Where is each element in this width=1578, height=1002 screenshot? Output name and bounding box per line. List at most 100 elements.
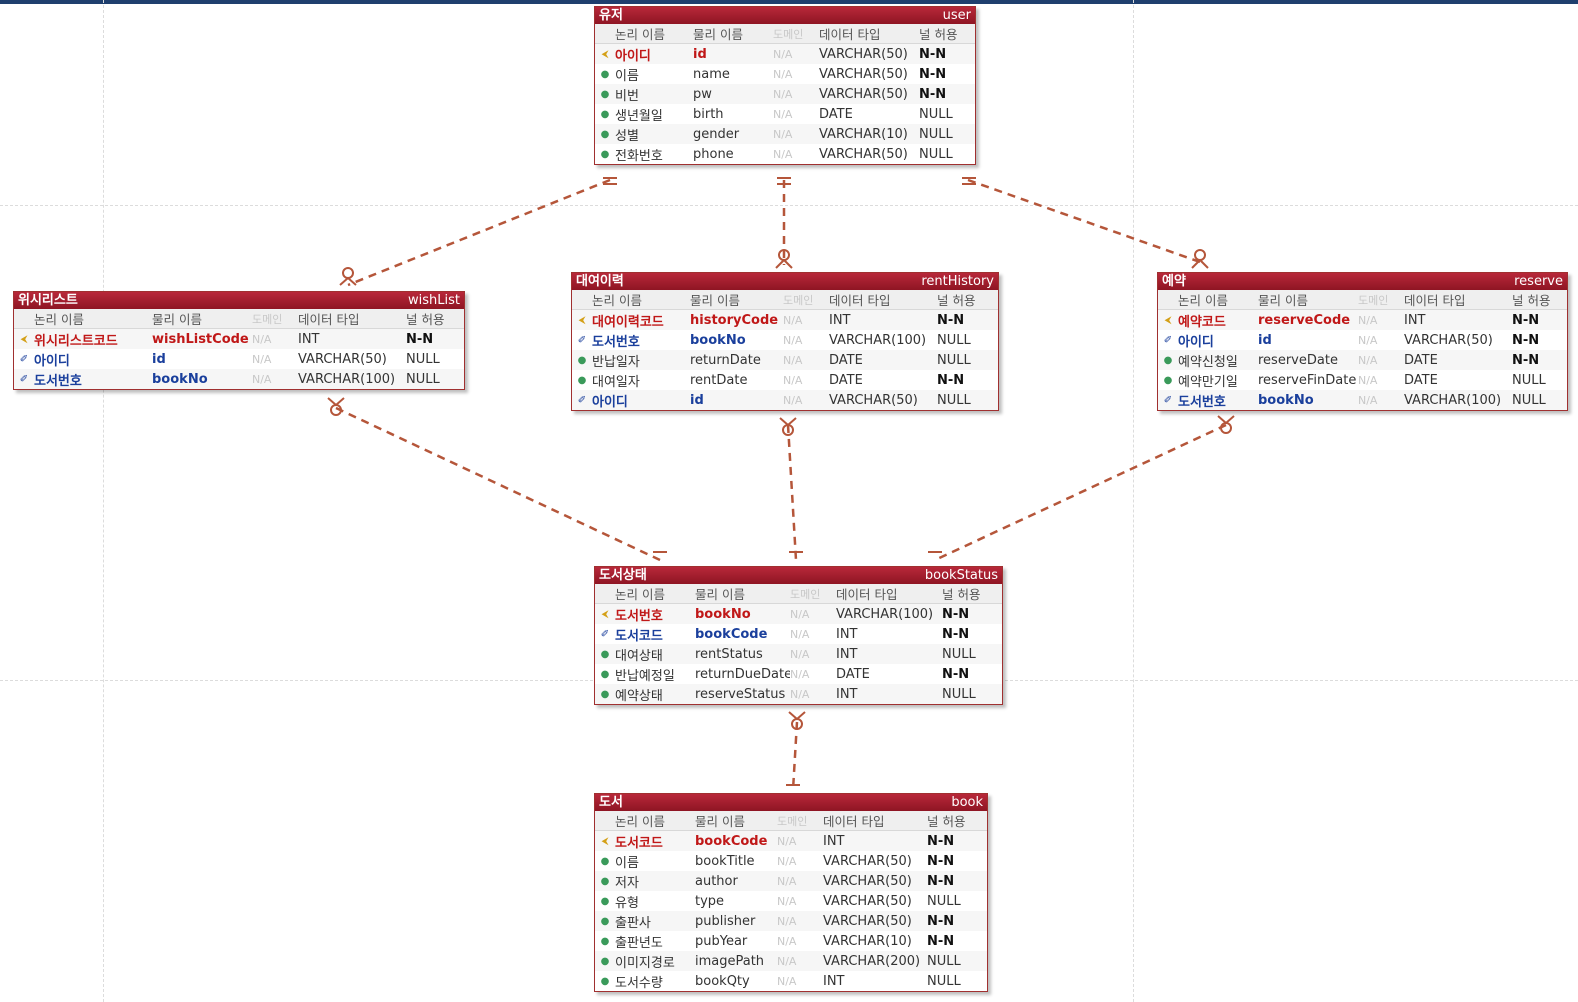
attribute-row[interactable]: ⮜ 아이디 id N/A VARCHAR(50) N-N	[595, 44, 975, 64]
attribute-logical-name: 도서수량	[615, 975, 663, 991]
attribute-row[interactable]: ● 예약상태 reserveStatus N/A INT NULL	[595, 684, 1002, 704]
entity-reserve[interactable]: 예약 reserve 논리 이름 물리 이름 도메인 데이터 타입 널 허용 ⮜ 예약코드 res…	[1157, 272, 1568, 411]
entity-title-bar[interactable]: 위시리스트 wishList	[14, 292, 464, 309]
header-logical-name[interactable]: 논리 이름	[1178, 290, 1258, 309]
header-data-type[interactable]: 데이터 타입	[819, 24, 919, 43]
attribute-row[interactable]: ● 예약신청일 reserveDate N/A DATE N-N	[1158, 350, 1567, 370]
attribute-row[interactable]: ● 성별 gender N/A VARCHAR(10) NULL	[595, 124, 975, 144]
key-icon: ⮜	[601, 48, 609, 60]
attribute-row[interactable]: ✐ 아이디 id N/A VARCHAR(50) NULL	[14, 349, 464, 369]
attribute-data-type: VARCHAR(100)	[836, 606, 934, 622]
attribute-row[interactable]: ● 도서수량 bookQty N/A INT NULL	[595, 971, 987, 991]
header-domain[interactable]: 도메인	[783, 292, 829, 308]
attribute-logical-name: 대여이력코드	[592, 314, 664, 330]
attribute-row[interactable]: ✐ 아이디 id N/A VARCHAR(50) N-N	[1158, 330, 1567, 350]
header-data-type[interactable]: 데이터 타입	[836, 584, 942, 603]
attribute-row[interactable]: ● 예약만기일 reserveFinDate N/A DATE NULL	[1158, 370, 1567, 390]
attribute-row[interactable]: ⮜ 도서코드 bookCode N/A INT N-N	[595, 831, 987, 851]
entity-title-bar[interactable]: 도서상태 bookStatus	[595, 567, 1002, 584]
header-logical-name[interactable]: 논리 이름	[615, 24, 693, 43]
attribute-domain: N/A	[252, 332, 272, 346]
attribute-row[interactable]: ✐ 도서코드 bookCode N/A INT N-N	[595, 624, 1002, 644]
entity-bookstatus[interactable]: 도서상태 bookStatus 논리 이름 물리 이름 도메인 데이터 타입 널 허용 ⮜ 도서…	[594, 566, 1003, 705]
attribute-row[interactable]: ● 이미지경로 imagePath N/A VARCHAR(200) NULL	[595, 951, 987, 971]
header-physical-name[interactable]: 물리 이름	[1258, 290, 1358, 309]
attribute-dot-icon: ●	[600, 688, 610, 700]
header-physical-name[interactable]: 물리 이름	[690, 290, 783, 309]
attribute-data-type: INT	[836, 626, 858, 642]
header-domain[interactable]: 도메인	[1358, 292, 1404, 308]
attribute-nullable: N-N	[406, 331, 434, 347]
entity-title-bar[interactable]: 대여이력 rentHistory	[572, 273, 998, 290]
header-data-type[interactable]: 데이터 타입	[1404, 290, 1512, 309]
attribute-logical-name: 성별	[615, 128, 639, 144]
attribute-row[interactable]: ⮜ 위시리스트코드 wishListCode N/A INT N-N	[14, 329, 464, 349]
attribute-row[interactable]: ✐ 아이디 id N/A VARCHAR(50) NULL	[572, 390, 998, 410]
attribute-logical-name: 도서번호	[34, 373, 82, 389]
header-nullable[interactable]: 널 허용	[919, 24, 967, 43]
attribute-physical-name: rentDate	[690, 372, 748, 388]
attribute-row[interactable]: ● 대여일자 rentDate N/A DATE N-N	[572, 370, 998, 390]
header-domain[interactable]: 도메인	[790, 586, 836, 602]
attribute-row[interactable]: ● 출판사 publisher N/A VARCHAR(50) N-N	[595, 911, 987, 931]
attribute-logical-name: 아이디	[592, 394, 628, 410]
header-physical-name[interactable]: 물리 이름	[693, 24, 773, 43]
entity-title-bar[interactable]: 예약 reserve	[1158, 273, 1567, 290]
attribute-row[interactable]: ⮜ 대여이력코드 historyCode N/A INT N-N	[572, 310, 998, 330]
attribute-physical-name: reserveDate	[1258, 352, 1338, 368]
attribute-physical-name: id	[152, 351, 166, 367]
attribute-dot-icon: ●	[600, 68, 610, 80]
header-nullable[interactable]: 널 허용	[927, 811, 979, 830]
attribute-physical-name: historyCode	[690, 312, 779, 328]
attribute-row[interactable]: ● 생년월일 birth N/A DATE NULL	[595, 104, 975, 124]
attribute-row[interactable]: ● 이름 bookTitle N/A VARCHAR(50) N-N	[595, 851, 987, 871]
attribute-row[interactable]: ⮜ 도서번호 bookNo N/A VARCHAR(100) N-N	[595, 604, 1002, 624]
attribute-data-type: VARCHAR(100)	[1404, 392, 1502, 408]
attribute-physical-name: returnDate	[690, 352, 761, 368]
header-domain[interactable]: 도메인	[777, 813, 823, 829]
entity-wishlist[interactable]: 위시리스트 wishList 논리 이름 물리 이름 도메인 데이터 타입 널 허용 ⮜ 위시리…	[13, 291, 465, 390]
attribute-row[interactable]: ● 이름 name N/A VARCHAR(50) N-N	[595, 64, 975, 84]
attribute-row[interactable]: ● 비번 pw N/A VARCHAR(50) N-N	[595, 84, 975, 104]
attribute-row[interactable]: ● 반납예정일 returnDueDate N/A DATE N-N	[595, 664, 1002, 684]
entity-title-bar[interactable]: 도서 book	[595, 794, 987, 811]
attribute-row[interactable]: ✐ 도서번호 bookNo N/A VARCHAR(100) NULL	[14, 369, 464, 389]
header-nullable[interactable]: 널 허용	[1512, 290, 1560, 309]
attribute-data-type: INT	[829, 312, 851, 328]
attribute-dot-icon: ●	[577, 374, 587, 386]
attribute-dot-icon: ●	[1163, 374, 1173, 386]
header-logical-name[interactable]: 논리 이름	[34, 309, 152, 328]
attribute-data-type: DATE	[829, 352, 863, 368]
header-data-type[interactable]: 데이터 타입	[298, 309, 406, 328]
header-nullable[interactable]: 널 허용	[942, 584, 994, 603]
entity-renthistory[interactable]: 대여이력 rentHistory 논리 이름 물리 이름 도메인 데이터 타입 널 허용 ⮜ 대…	[571, 272, 999, 411]
header-physical-name[interactable]: 물리 이름	[695, 584, 790, 603]
header-data-type[interactable]: 데이터 타입	[829, 290, 937, 309]
attribute-row[interactable]: ● 유형 type N/A VARCHAR(50) NULL	[595, 891, 987, 911]
attribute-row[interactable]: ⮜ 예약코드 reserveCode N/A INT N-N	[1158, 310, 1567, 330]
entity-user[interactable]: 유저 user 논리 이름 물리 이름 도메인 데이터 타입 널 허용 ⮜ 아이디 id N/A VA…	[594, 6, 976, 165]
header-domain[interactable]: 도메인	[252, 311, 298, 327]
header-logical-name[interactable]: 논리 이름	[615, 811, 695, 830]
attribute-row[interactable]: ● 전화번호 phone N/A VARCHAR(50) NULL	[595, 144, 975, 164]
attribute-row[interactable]: ● 출판년도 pubYear N/A VARCHAR(10) N-N	[595, 931, 987, 951]
header-physical-name[interactable]: 물리 이름	[695, 811, 777, 830]
entity-physical-name: rentHistory	[921, 274, 994, 289]
header-domain[interactable]: 도메인	[773, 26, 819, 42]
header-nullable[interactable]: 널 허용	[406, 309, 456, 328]
attribute-domain: N/A	[1358, 393, 1378, 407]
attribute-row[interactable]: ● 반납일자 returnDate N/A DATE NULL	[572, 350, 998, 370]
attribute-nullable: N-N	[927, 913, 955, 929]
header-logical-name[interactable]: 논리 이름	[592, 290, 690, 309]
attribute-nullable: NULL	[937, 392, 971, 408]
attribute-row[interactable]: ✐ 도서번호 bookNo N/A VARCHAR(100) NULL	[1158, 390, 1567, 410]
header-nullable[interactable]: 널 허용	[937, 290, 989, 309]
attribute-row[interactable]: ● 저자 author N/A VARCHAR(50) N-N	[595, 871, 987, 891]
entity-title-bar[interactable]: 유저 user	[595, 7, 975, 24]
attribute-row[interactable]: ● 대여상태 rentStatus N/A INT NULL	[595, 644, 1002, 664]
header-data-type[interactable]: 데이터 타입	[823, 811, 927, 830]
attribute-row[interactable]: ✐ 도서번호 bookNo N/A VARCHAR(100) NULL	[572, 330, 998, 350]
entity-book[interactable]: 도서 book 논리 이름 물리 이름 도메인 데이터 타입 널 허용 ⮜ 도서코드 bookCo…	[594, 793, 988, 992]
header-physical-name[interactable]: 물리 이름	[152, 309, 252, 328]
header-logical-name[interactable]: 논리 이름	[615, 584, 695, 603]
